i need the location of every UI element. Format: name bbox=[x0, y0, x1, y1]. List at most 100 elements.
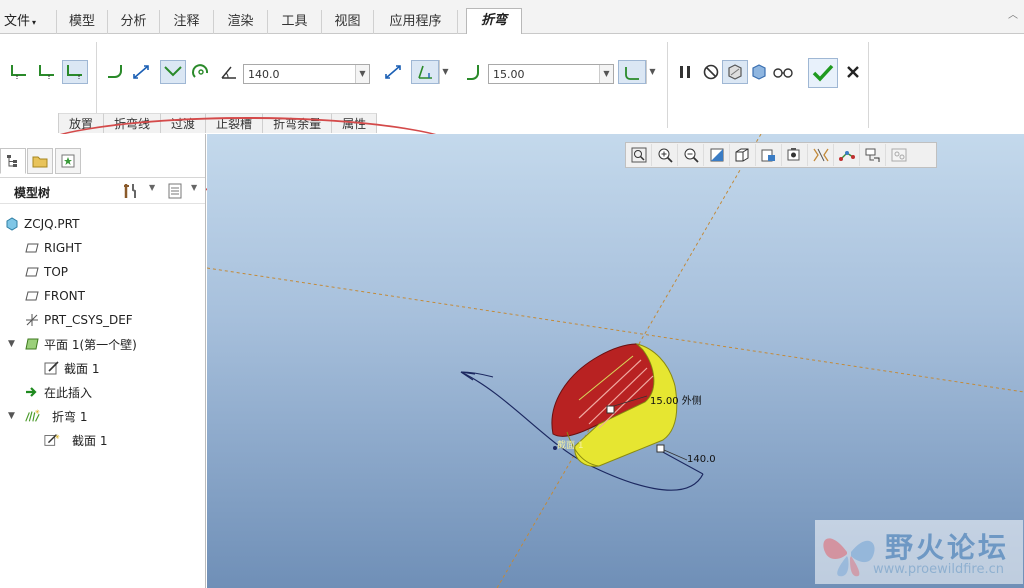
drag-handle-2[interactable] bbox=[656, 444, 665, 453]
refit-button[interactable] bbox=[626, 144, 652, 166]
axis-display-icon bbox=[838, 151, 855, 161]
repaint-button[interactable] bbox=[704, 144, 730, 166]
saved-views-button[interactable] bbox=[756, 144, 782, 166]
datum-plane-icon bbox=[24, 288, 40, 304]
zoom-out-icon bbox=[684, 148, 699, 163]
bend-with-radius-button[interactable] bbox=[160, 60, 186, 84]
chevron-down-icon[interactable]: ▼ bbox=[599, 65, 613, 83]
zoom-in-button[interactable] bbox=[652, 144, 678, 166]
radius-side-icon bbox=[625, 67, 639, 80]
bend-to-end-button[interactable] bbox=[102, 60, 128, 84]
angle-type-button[interactable] bbox=[411, 60, 439, 84]
datum-plane-icon bbox=[24, 264, 40, 280]
dimension-radius[interactable]: 15.00 外侧 bbox=[650, 392, 702, 407]
tree-item-top[interactable]: TOP bbox=[0, 260, 205, 284]
angle-combo[interactable]: 140.0 ▼ bbox=[243, 64, 370, 84]
tree-item-part[interactable]: ZCJQ.PRT bbox=[0, 212, 205, 236]
dimension-angle[interactable]: 140.0 bbox=[687, 454, 716, 465]
tab-render[interactable]: 渲染 bbox=[214, 10, 268, 34]
view-toolbar bbox=[625, 142, 937, 168]
tree-item-right[interactable]: RIGHT bbox=[0, 236, 205, 260]
chevron-down-icon[interactable]: ▼ bbox=[646, 60, 658, 84]
csys-display-button[interactable] bbox=[886, 144, 912, 166]
chevron-down-icon[interactable]: ▼ bbox=[191, 183, 197, 192]
file-menu[interactable]: 文件 ▾ bbox=[0, 10, 40, 30]
model-tree: ZCJQ.PRT RIGHT TOP FRONT PRT_CSYS_DEF ▼ … bbox=[0, 212, 205, 452]
display-style-button[interactable] bbox=[730, 144, 756, 166]
subtab-properties[interactable]: 属性 bbox=[332, 113, 378, 133]
preview-separate-button[interactable] bbox=[722, 60, 748, 84]
expand-icon[interactable]: ▼ bbox=[8, 339, 15, 349]
preview-attached-icon bbox=[752, 64, 766, 80]
zoom-out-button[interactable] bbox=[678, 144, 704, 166]
close-icon bbox=[847, 66, 859, 78]
axis-display-button[interactable] bbox=[834, 144, 860, 166]
tree-settings-button[interactable] bbox=[120, 181, 142, 201]
angle-type-icon bbox=[418, 65, 432, 79]
no-preview-button[interactable] bbox=[698, 60, 724, 84]
collapse-ribbon-icon[interactable]: ︿ bbox=[1008, 6, 1018, 21]
tree-item-front[interactable]: FRONT bbox=[0, 284, 205, 308]
radius-combo[interactable]: 15.00 ▼ bbox=[488, 64, 614, 84]
point-display-icon bbox=[865, 148, 879, 162]
graphics-window[interactable]: 15.00 外侧 140.0 截面 1 野火论坛 www.proewildfir… bbox=[207, 134, 1024, 588]
flip-direction-2-button[interactable] bbox=[380, 60, 406, 84]
tab-view[interactable]: 视图 bbox=[322, 10, 374, 34]
flip-direction-1-button[interactable] bbox=[128, 60, 154, 84]
pause-button[interactable] bbox=[672, 60, 698, 84]
part-icon bbox=[4, 216, 20, 232]
tree-item-section-2[interactable]: ✳ 截面 1 bbox=[0, 428, 205, 452]
bend-arc-icon bbox=[108, 65, 122, 78]
zoom-fit-icon bbox=[631, 147, 646, 163]
butterfly-logo-icon bbox=[823, 538, 875, 577]
roll-icon bbox=[192, 64, 209, 78]
radius-side-button[interactable] bbox=[618, 60, 646, 84]
expand-icon[interactable]: ▼ bbox=[8, 411, 15, 421]
tab-model[interactable]: 模型 bbox=[56, 10, 108, 34]
cancel-button[interactable] bbox=[840, 60, 866, 84]
subtab-transition[interactable]: 过渡 bbox=[161, 113, 207, 133]
subtab-bend-allowance[interactable]: 折弯余量 bbox=[263, 113, 333, 133]
chevron-down-icon[interactable]: ▼ bbox=[439, 60, 451, 84]
bend-side-2-button[interactable] bbox=[34, 60, 60, 84]
bend-side-3-button[interactable] bbox=[62, 60, 88, 84]
drag-handle-1[interactable] bbox=[606, 405, 615, 414]
verify-button[interactable] bbox=[770, 60, 796, 84]
tree-show-button[interactable] bbox=[164, 181, 186, 201]
radius-value[interactable]: 15.00 bbox=[489, 68, 599, 81]
tab-folder-browser[interactable] bbox=[27, 148, 53, 174]
tab-model-tree[interactable] bbox=[0, 148, 26, 174]
tab-analysis[interactable]: 分析 bbox=[108, 10, 160, 34]
ok-button[interactable] bbox=[808, 58, 838, 88]
radius-icon bbox=[467, 65, 479, 80]
bend-side-1-button[interactable] bbox=[6, 60, 32, 84]
angle-value[interactable]: 140.0 bbox=[244, 68, 355, 81]
flip-arrow-icon bbox=[133, 65, 149, 79]
tab-annotate[interactable]: 注释 bbox=[160, 10, 214, 34]
bend-side-1-icon bbox=[11, 65, 26, 79]
plane-display-button[interactable] bbox=[808, 144, 834, 166]
tab-bend[interactable]: 折弯 bbox=[466, 8, 522, 35]
tree-item-insert-here[interactable]: 在此插入 bbox=[0, 380, 205, 404]
preview-attached-button[interactable] bbox=[746, 60, 772, 84]
tab-favorites[interactable] bbox=[55, 148, 81, 174]
point-display-button[interactable] bbox=[860, 144, 886, 166]
bend-roll-icon bbox=[164, 66, 182, 77]
subtab-placement[interactable]: 放置 bbox=[59, 113, 105, 133]
chevron-down-icon[interactable]: ▼ bbox=[355, 65, 369, 83]
subtab-bend-line[interactable]: 折弯线 bbox=[104, 113, 162, 133]
tab-applications[interactable]: 应用程序 bbox=[374, 10, 458, 34]
tree-item-bend[interactable]: ▼ ✳ 折弯 1 bbox=[0, 404, 205, 428]
tree-item-flat-wall[interactable]: ▼ 平面 1(第一个壁) bbox=[0, 332, 205, 356]
svg-text:✳: ✳ bbox=[55, 434, 60, 441]
chevron-down-icon[interactable]: ▼ bbox=[149, 183, 155, 192]
tab-tools[interactable]: 工具 bbox=[268, 10, 322, 34]
tree-icon bbox=[7, 155, 17, 167]
view-manager-button[interactable] bbox=[782, 144, 808, 166]
subtab-relief[interactable]: 止裂槽 bbox=[206, 113, 264, 133]
list-icon bbox=[168, 183, 182, 199]
roll-bend-button[interactable] bbox=[188, 60, 214, 84]
tree-item-csys[interactable]: PRT_CSYS_DEF bbox=[0, 308, 205, 332]
tree-item-section-1[interactable]: 截面 1 bbox=[0, 356, 205, 380]
watermark-title: 野火论坛 bbox=[885, 531, 1010, 564]
